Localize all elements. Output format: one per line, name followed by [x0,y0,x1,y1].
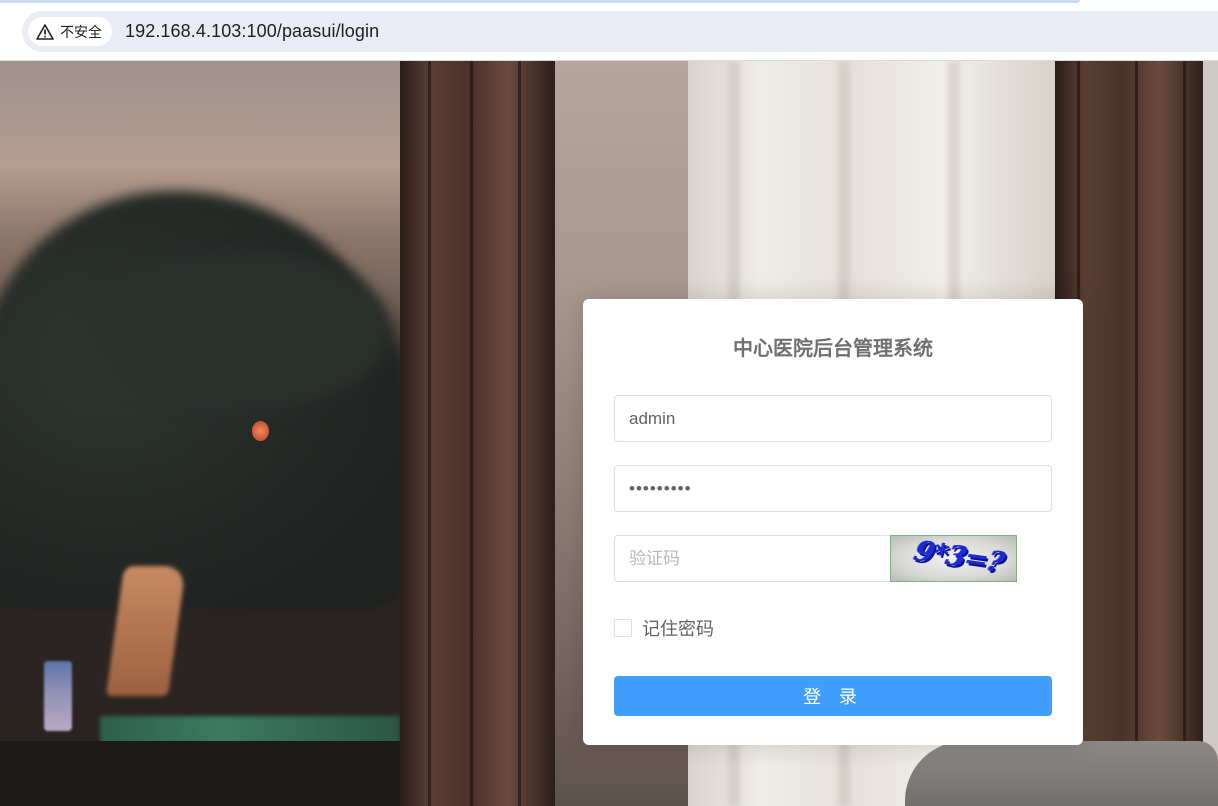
password-input[interactable] [614,465,1052,512]
captcha-image[interactable]: 9*3=? [890,535,1017,582]
address-bar[interactable]: 不安全 192.168.4.103:100/paasui/login [22,11,1218,52]
login-form: 中心医院后台管理系统 9*3=? 记住密码 登 录 [583,299,1083,745]
login-button[interactable]: 登 录 [614,676,1052,716]
login-title: 中心医院后台管理系统 [733,336,933,360]
security-label: 不安全 [60,23,102,40]
security-indicator[interactable]: 不安全 [28,17,112,46]
wooden-post-left [400,61,555,806]
warning-triangle-icon [36,23,54,40]
remember-password-checkbox[interactable] [614,619,632,637]
captcha-input[interactable] [614,535,891,582]
browser-toolbar: 不安全 192.168.4.103:100/paasui/login [0,0,1218,61]
tab-strip-edge [0,0,1080,3]
username-input[interactable] [614,395,1052,442]
captcha-text: 9*3=? [910,535,1008,579]
remember-password-option[interactable]: 记住密码 [614,615,714,641]
remember-password-label: 记住密码 [642,619,714,640]
url-text[interactable]: 192.168.4.103:100/paasui/login [125,11,379,52]
